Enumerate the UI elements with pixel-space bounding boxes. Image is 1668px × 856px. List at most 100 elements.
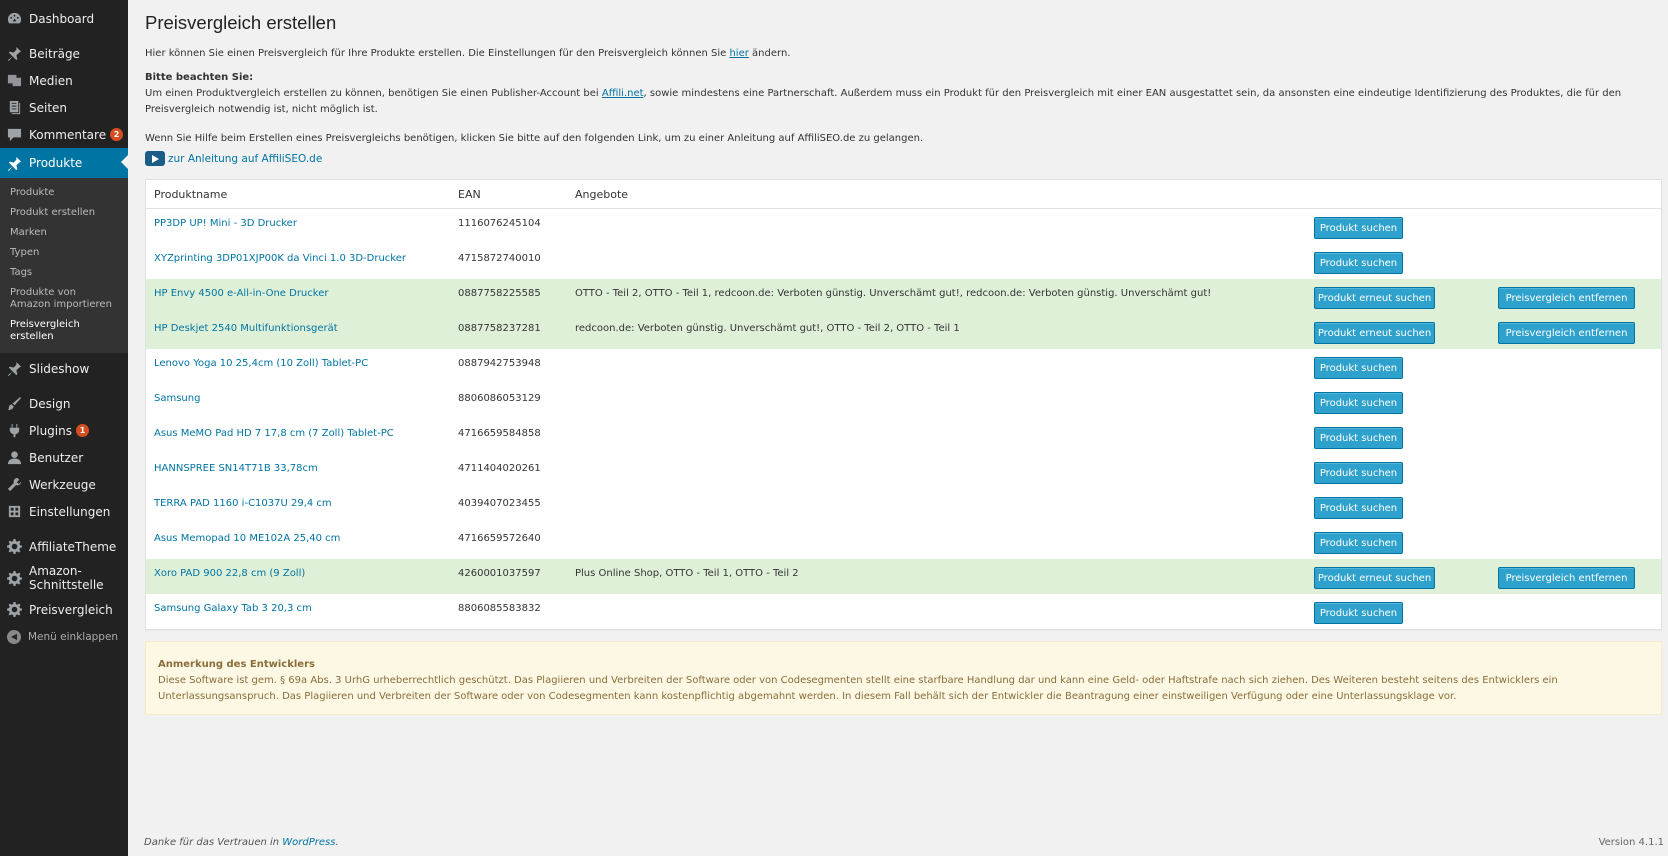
table-row: Asus MeMO Pad HD 7 17,8 cm (7 Zoll) Tabl…: [146, 419, 1661, 454]
submenu-tags[interactable]: Tags: [0, 263, 128, 283]
submenu-marken[interactable]: Marken: [0, 223, 128, 243]
note-title: Bitte beachten Sie:: [145, 72, 254, 83]
search-product-button[interactable]: Produkt suchen: [1314, 602, 1403, 624]
research-product-button[interactable]: Produkt erneut suchen: [1314, 322, 1435, 344]
menu-werkzeuge-label: Werkzeuge: [29, 477, 96, 492]
table-row: Asus Memopad 10 ME102A 25,40 cm 471665957…: [146, 524, 1661, 559]
submenu-preisvergleich-erstellen[interactable]: Preisvergleich erstellen: [0, 315, 128, 347]
product-ean: 4715872740010: [458, 253, 541, 264]
product-name-link[interactable]: Xoro PAD 900 22,8 cm (9 Zoll): [154, 568, 305, 579]
submenu-typen[interactable]: Typen: [0, 243, 128, 263]
menu-beitraege[interactable]: Beiträge: [0, 40, 128, 67]
product-name-link[interactable]: Samsung Galaxy Tab 3 20,3 cm: [154, 603, 312, 614]
table-row: HP Deskjet 2540 Multifunktionsgerät 08877…: [146, 314, 1661, 349]
menu-kommentare-label: Kommentare: [29, 127, 107, 142]
pin-icon: [6, 155, 22, 171]
tutorial-link[interactable]: zur Anleitung auf AffiliSEO.de: [145, 151, 322, 166]
header-ean: EAN: [458, 188, 481, 201]
table-row: TERRA PAD 1160 i-C1037U 29,4 cm 403940702…: [146, 489, 1661, 524]
menu-slideshow[interactable]: Slideshow: [0, 355, 128, 382]
developer-notice: Anmerkung des Entwicklers Diese Software…: [145, 641, 1662, 715]
intro-text: Hier können Sie einen Preisvergleich für…: [145, 46, 1655, 62]
menu-seiten-label: Seiten: [29, 100, 68, 115]
search-product-button[interactable]: Produkt suchen: [1314, 392, 1403, 414]
comments-icon: [6, 127, 22, 143]
product-name-link[interactable]: Lenovo Yoga 10 25,4cm (10 Zoll) Tablet-P…: [154, 358, 368, 369]
intro-text-a: Hier können Sie einen Preisvergleich für…: [145, 48, 730, 59]
submenu-amazon-import[interactable]: Produkte von Amazon importieren: [0, 283, 128, 315]
product-name-link[interactable]: HANNSPREE SN14T71B 33,78cm: [154, 463, 318, 474]
menu-dashboard[interactable]: Dashboard: [0, 5, 128, 32]
gear-icon: [6, 539, 22, 555]
product-name-link[interactable]: HP Envy 4500 e-All-in-One Drucker: [154, 288, 328, 299]
page-title: Preisvergleich erstellen: [145, 12, 337, 33]
table-body: PP3DP UP! Mini - 3D Drucker 1116076245104…: [146, 209, 1661, 629]
search-product-button[interactable]: Produkt suchen: [1314, 252, 1403, 274]
product-name-link[interactable]: Samsung: [154, 393, 200, 404]
table-row: Lenovo Yoga 10 25,4cm (10 Zoll) Tablet-P…: [146, 349, 1661, 384]
menu-kommentare[interactable]: Kommentare 2: [0, 121, 128, 148]
collapse-menu-button[interactable]: ◀ Menü einklappen: [0, 623, 128, 650]
table-row: Xoro PAD 900 22,8 cm (9 Zoll) 42600010375…: [146, 559, 1661, 594]
research-product-button[interactable]: Produkt erneut suchen: [1314, 287, 1435, 309]
menu-werkzeuge[interactable]: Werkzeuge: [0, 471, 128, 498]
product-name-link[interactable]: PP3DP UP! Mini - 3D Drucker: [154, 218, 297, 229]
menu-medien-label: Medien: [29, 73, 73, 88]
product-name-link[interactable]: TERRA PAD 1160 i-C1037U 29,4 cm: [154, 498, 332, 509]
product-ean: 4711404020261: [458, 463, 541, 474]
product-ean: 4716659584858: [458, 428, 541, 439]
table-row: HANNSPREE SN14T71B 33,78cm 4711404020261 P…: [146, 454, 1661, 489]
notice-paragraph: Bitte beachten Sie: Um einen Produktverg…: [145, 70, 1655, 118]
menu-preisvergleich[interactable]: Preisvergleich: [0, 596, 128, 623]
menu-medien[interactable]: Medien: [0, 67, 128, 94]
settings-link[interactable]: hier: [729, 48, 748, 59]
search-product-button[interactable]: Produkt suchen: [1314, 462, 1403, 484]
product-ean: 4716659572640: [458, 533, 541, 544]
product-name-link[interactable]: Asus Memopad 10 ME102A 25,40 cm: [154, 533, 340, 544]
remove-comparison-button[interactable]: Preisvergleich entfernen: [1498, 287, 1635, 309]
footer-version: Version 4.1.1: [1598, 837, 1664, 848]
header-angebote: Angebote: [575, 188, 629, 201]
search-product-button[interactable]: Produkt suchen: [1314, 532, 1403, 554]
pin-icon: [6, 46, 22, 62]
menu-design[interactable]: Design: [0, 390, 128, 417]
search-product-button[interactable]: Produkt suchen: [1314, 217, 1403, 239]
product-name-link[interactable]: Asus MeMO Pad HD 7 17,8 cm (7 Zoll) Tabl…: [154, 428, 394, 439]
product-offers: OTTO - Teil 2, OTTO - Teil 1, redcoon.de…: [575, 288, 1212, 299]
play-video-icon: [145, 151, 165, 166]
table-row: XYZprinting 3DP01XJP00K da Vinci 1.0 3D-…: [146, 244, 1661, 279]
search-product-button[interactable]: Produkt suchen: [1314, 357, 1403, 379]
affilinet-link[interactable]: Affili.net: [602, 88, 644, 99]
note-text-a: Um einen Produktvergleich erstellen zu k…: [145, 88, 602, 99]
notice-title: Anmerkung des Entwicklers: [158, 659, 315, 670]
product-name-link[interactable]: HP Deskjet 2540 Multifunktionsgerät: [154, 323, 338, 334]
table-row: Samsung 8806086053129 Produkt suchen: [146, 384, 1661, 419]
menu-amazon-schnittstelle[interactable]: Amazon-Schnittstelle: [0, 560, 128, 596]
notice-text: Diese Software ist gem. § 69a Abs. 3 Urh…: [158, 675, 1558, 702]
menu-design-label: Design: [29, 396, 71, 411]
menu-affiliatetheme[interactable]: AffiliateTheme: [0, 533, 128, 560]
menu-seiten[interactable]: Seiten: [0, 94, 128, 121]
remove-comparison-button[interactable]: Preisvergleich entfernen: [1498, 322, 1635, 344]
menu-plugins[interactable]: Plugins 1: [0, 417, 128, 444]
menu-einstellungen-label: Einstellungen: [29, 504, 111, 519]
plug-icon: [6, 423, 22, 439]
product-ean: 1116076245104: [458, 218, 541, 229]
wordpress-link[interactable]: WordPress: [282, 837, 335, 848]
user-icon: [6, 450, 22, 466]
submenu-produkt-erstellen[interactable]: Produkt erstellen: [0, 203, 128, 223]
admin-sidebar: Dashboard Beiträge Medien Seiten Komment…: [0, 0, 128, 856]
remove-comparison-button[interactable]: Preisvergleich entfernen: [1498, 567, 1635, 589]
menu-benutzer-label: Benutzer: [29, 450, 84, 465]
dashboard-icon: [6, 11, 22, 27]
search-product-button[interactable]: Produkt suchen: [1314, 497, 1403, 519]
tutorial-link-label: zur Anleitung auf AffiliSEO.de: [168, 152, 323, 165]
research-product-button[interactable]: Produkt erneut suchen: [1314, 567, 1435, 589]
product-name-link[interactable]: XYZprinting 3DP01XJP00K da Vinci 1.0 3D-…: [154, 253, 406, 264]
table-row: PP3DP UP! Mini - 3D Drucker 1116076245104…: [146, 209, 1661, 244]
menu-produkte[interactable]: Produkte: [0, 148, 128, 178]
menu-benutzer[interactable]: Benutzer: [0, 444, 128, 471]
submenu-produkte[interactable]: Produkte: [0, 183, 128, 203]
search-product-button[interactable]: Produkt suchen: [1314, 427, 1403, 449]
menu-einstellungen[interactable]: Einstellungen: [0, 498, 128, 525]
